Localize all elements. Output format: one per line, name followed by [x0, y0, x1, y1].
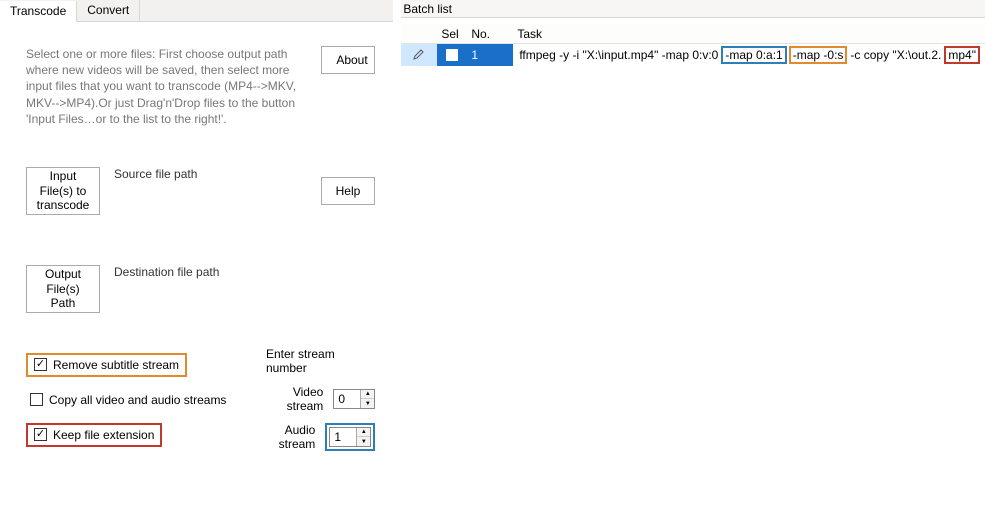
pencil-icon — [413, 48, 425, 63]
remove-subtitle-label: Remove subtitle stream — [53, 358, 179, 372]
enter-stream-label: Enter stream number — [266, 347, 375, 375]
edit-row-button[interactable] — [401, 44, 437, 66]
table-row[interactable]: 1 ffmpeg -y -i "X:\input.mp4" -map 0:v:0… — [401, 44, 985, 66]
keep-extension-label: Keep file extension — [53, 428, 154, 442]
keep-extension-checkbox[interactable]: Keep file extension — [26, 423, 162, 447]
checkbox-icon — [34, 428, 47, 441]
input-files-button[interactable]: Input File(s) to transcode — [26, 167, 100, 215]
dest-path-label: Destination file path — [114, 265, 219, 279]
task-seg-ext: mp4" — [944, 46, 980, 64]
checkbox-icon — [30, 393, 43, 406]
audio-stream-stepper[interactable]: ▲ ▼ — [329, 427, 371, 447]
row-task: ffmpeg -y -i "X:\input.mp4" -map 0:v:0 -… — [513, 44, 985, 66]
col-no: No. — [467, 25, 513, 43]
source-path-label: Source file path — [114, 167, 197, 181]
intro-text: Select one or more files: First choose o… — [26, 46, 301, 127]
batch-header: Sel No. Task — [401, 24, 985, 44]
tab-convert[interactable]: Convert — [77, 0, 140, 21]
col-task: Task — [513, 25, 985, 43]
chevron-down-icon[interactable]: ▼ — [357, 437, 370, 446]
checkbox-icon — [34, 358, 47, 371]
col-sel: Sel — [437, 25, 467, 43]
task-seg-audio-map: -map 0:a:1 — [721, 46, 786, 64]
batch-list-title: Batch list — [401, 0, 985, 18]
task-seg-plain: ffmpeg -y -i "X:\input.mp4" -map 0:v:0 — [517, 46, 720, 64]
chevron-down-icon[interactable]: ▼ — [361, 399, 374, 408]
output-path-button[interactable]: Output File(s) Path — [26, 265, 100, 313]
video-stream-stepper[interactable]: ▲ ▼ — [333, 389, 375, 409]
tab-transcode[interactable]: Transcode — [0, 1, 77, 22]
chevron-up-icon[interactable]: ▲ — [357, 428, 370, 438]
video-stream-label: Video stream — [266, 385, 323, 413]
checkbox-icon — [446, 49, 458, 61]
help-button[interactable]: Help — [321, 177, 376, 205]
chevron-up-icon[interactable]: ▲ — [361, 390, 374, 400]
video-stream-input[interactable] — [334, 390, 360, 408]
about-button[interactable]: About — [321, 46, 375, 74]
task-seg-plain: -c copy "X:\out.2. — [848, 46, 943, 64]
task-seg-subtitle-map: -map -0:s — [789, 46, 848, 64]
row-select[interactable] — [437, 44, 467, 66]
audio-stream-label: Audio stream — [266, 423, 315, 451]
copy-all-label: Copy all video and audio streams — [49, 393, 226, 407]
audio-stream-input[interactable] — [330, 428, 356, 446]
remove-subtitle-checkbox[interactable]: Remove subtitle stream — [26, 353, 187, 377]
row-number: 1 — [467, 44, 513, 66]
